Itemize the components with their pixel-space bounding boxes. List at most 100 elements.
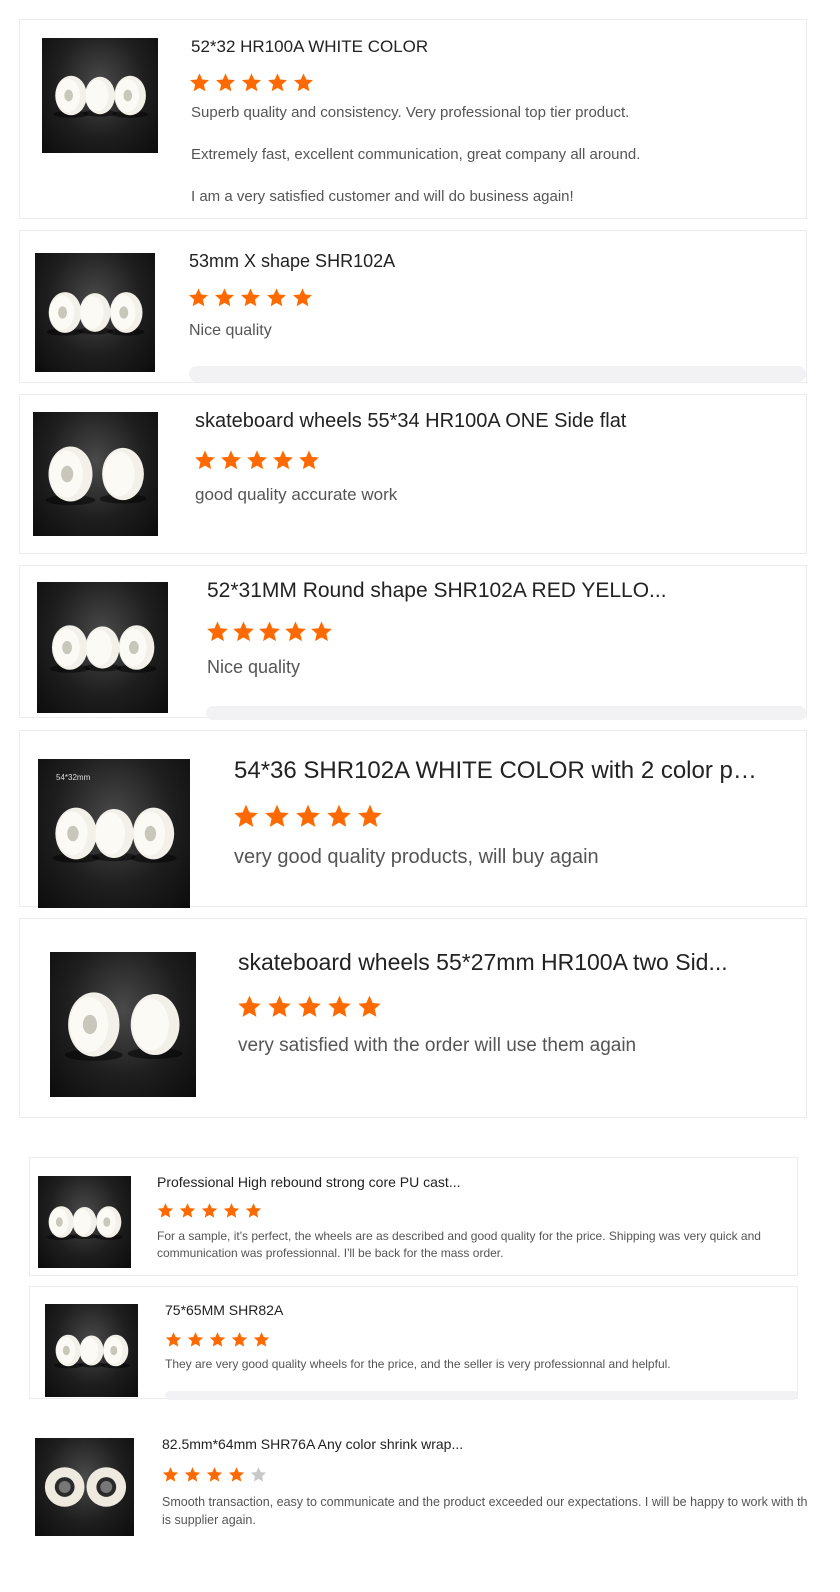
star-filled-icon: [296, 804, 320, 827]
product-image[interactable]: [33, 412, 158, 536]
star-filled-icon: [328, 995, 351, 1017]
scroll-fade: [165, 1391, 798, 1400]
star-filled-icon: [231, 1332, 248, 1347]
star-filled-icon: [241, 288, 260, 307]
star-filled-icon: [268, 73, 287, 92]
review-text: Nice quality: [189, 322, 272, 339]
star-filled-icon: [298, 995, 321, 1017]
product-image[interactable]: [45, 1304, 138, 1397]
review-card: 82.5mm*64mm SHR76A Any color shrink wrap…: [29, 1420, 829, 1550]
review-card: 53mm X shape SHR102A Nice quality: [19, 230, 807, 383]
star-filled-icon: [273, 450, 293, 470]
star-filled-icon: [189, 288, 208, 307]
product-title[interactable]: 75*65MM SHR82A: [165, 1302, 665, 1318]
star-filled-icon: [179, 1203, 196, 1218]
skateboard-wheels-photo: [47, 1206, 123, 1240]
review-card: 54*32mm 54*36 SHR102A WHITE COLOR with 2…: [19, 730, 807, 908]
star-filled-icon: [162, 1467, 179, 1482]
review-text: Smooth transaction, easy to communicate …: [162, 1495, 808, 1527]
star-filled-icon: [245, 1203, 262, 1218]
product-title[interactable]: Professional High rebound strong core PU…: [157, 1174, 487, 1190]
rating-stars: [206, 620, 333, 643]
star-filled-icon: [228, 1467, 245, 1482]
product-title[interactable]: 82.5mm*64mm SHR76A Any color shrink wrap…: [162, 1436, 522, 1452]
scroll-fade: [189, 366, 806, 382]
skateboard-wheels-photo: [49, 625, 157, 673]
rating-stars: [157, 1202, 262, 1219]
skateboard-wheels-photo: [44, 1467, 127, 1507]
skateboard-wheels-photo: [46, 292, 145, 336]
product-title[interactable]: 54*36 SHR102A WHITE COLOR with 2 color p…: [234, 757, 764, 785]
product-image[interactable]: [35, 1438, 134, 1536]
review-text: very satisfied with the order will use t…: [238, 1035, 637, 1056]
star-filled-icon: [285, 621, 306, 642]
star-filled-icon: [253, 1332, 270, 1347]
rating-stars: [165, 1331, 270, 1348]
review-card: skateboard wheels 55*27mm HR100A two Sid…: [19, 918, 807, 1118]
star-filled-icon: [259, 621, 280, 642]
star-filled-icon: [311, 621, 332, 642]
review-card: skateboard wheels 55*34 HR100A ONE Side …: [19, 394, 807, 554]
review-text: For a sample, it's perfect, the wheels a…: [157, 1229, 761, 1260]
product-image[interactable]: [35, 253, 155, 372]
star-filled-icon: [265, 804, 289, 827]
rating-stars: [233, 803, 383, 829]
product-title[interactable]: 53mm X shape SHR102A: [189, 251, 789, 272]
rating-stars: [194, 449, 320, 471]
skateboard-wheels-photo: [54, 1334, 130, 1369]
review-text: good quality accurate work: [195, 485, 398, 504]
rating-stars: [188, 287, 313, 308]
rating-stars: [162, 1466, 267, 1483]
star-filled-icon: [195, 450, 215, 470]
star-filled-icon: [215, 288, 234, 307]
star-empty-icon: [250, 1467, 267, 1482]
review-card: 52*31MM Round shape SHR102A RED YELLO...…: [19, 565, 807, 720]
product-image[interactable]: 54*32mm: [38, 759, 190, 908]
star-filled-icon: [190, 73, 209, 92]
product-title[interactable]: skateboard wheels 55*27mm HR100A two Sid…: [238, 949, 738, 976]
star-filled-icon: [294, 73, 313, 92]
product-image[interactable]: [42, 38, 158, 153]
star-filled-icon: [268, 995, 291, 1017]
skateboard-wheels-photo: [64, 992, 183, 1061]
star-filled-icon: [187, 1332, 204, 1347]
star-filled-icon: [157, 1203, 174, 1218]
rating-stars: [189, 72, 314, 93]
star-filled-icon: [293, 288, 312, 307]
star-filled-icon: [299, 450, 319, 470]
review-text: very good quality products, will buy aga…: [234, 846, 599, 868]
product-title[interactable]: 52*32 HR100A WHITE COLOR: [191, 37, 791, 57]
star-filled-icon: [201, 1203, 218, 1218]
rating-stars: [237, 994, 382, 1019]
product-image[interactable]: [38, 1176, 131, 1268]
star-filled-icon: [184, 1467, 201, 1482]
review-card: 75*65MM SHR82A They are very good qualit…: [29, 1286, 798, 1400]
star-filled-icon: [165, 1332, 182, 1347]
scroll-fade: [206, 706, 806, 720]
product-title[interactable]: 52*31MM Round shape SHR102A RED YELLO...: [207, 579, 677, 603]
star-filled-icon: [234, 804, 258, 827]
skateboard-wheels-photo: [45, 446, 147, 506]
star-filled-icon: [209, 1332, 226, 1347]
star-filled-icon: [216, 73, 235, 92]
image-label: 54*32mm: [56, 773, 91, 782]
review-card: 52*32 HR100A WHITE COLOR Superb quality …: [19, 19, 807, 219]
star-filled-icon: [206, 1467, 223, 1482]
star-filled-icon: [233, 621, 254, 642]
star-filled-icon: [267, 288, 286, 307]
star-filled-icon: [327, 804, 351, 827]
star-filled-icon: [223, 1203, 240, 1218]
review-card: Professional High rebound strong core PU…: [29, 1157, 798, 1276]
star-filled-icon: [358, 804, 382, 827]
review-text: They are very good quality wheels for th…: [165, 1357, 671, 1371]
product-image[interactable]: [50, 952, 196, 1097]
product-image[interactable]: [37, 582, 168, 713]
review-text: Superb quality and consistency. Very pro…: [191, 104, 641, 205]
product-title[interactable]: skateboard wheels 55*34 HR100A ONE Side …: [195, 410, 795, 433]
star-filled-icon: [247, 450, 267, 470]
star-filled-icon: [238, 995, 261, 1017]
star-filled-icon: [358, 995, 381, 1017]
review-text: Nice quality: [207, 657, 301, 677]
star-filled-icon: [207, 621, 228, 642]
skateboard-wheels-photo: [53, 75, 148, 118]
